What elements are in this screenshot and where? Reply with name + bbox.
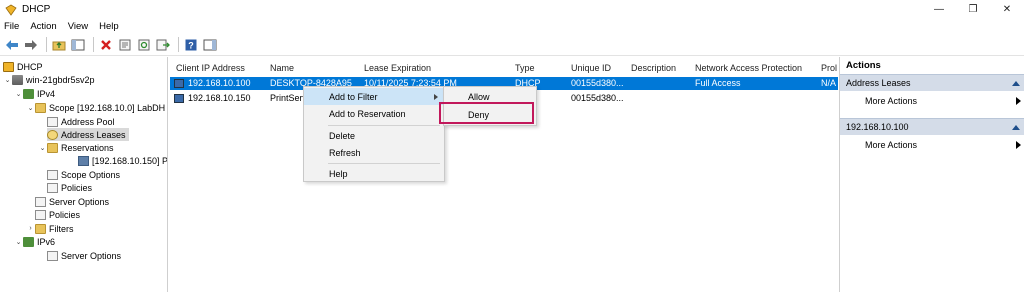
ipv6-icon bbox=[23, 236, 34, 247]
close-button[interactable]: ✕ bbox=[990, 0, 1024, 19]
collapse-icon[interactable] bbox=[1012, 80, 1020, 86]
actions-section-selected-lease[interactable]: 192.168.10.100 bbox=[840, 118, 1024, 135]
more-actions-selected-lease[interactable]: More Actions bbox=[840, 135, 1024, 154]
collapse-icon[interactable] bbox=[1012, 124, 1020, 130]
tree-item-server[interactable]: ⌄ win-21gbdr5sv2p bbox=[3, 73, 95, 86]
back-arrow-icon[interactable] bbox=[4, 37, 20, 53]
tree-item-address-leases[interactable]: Address Leases bbox=[47, 128, 129, 141]
more-actions-address-leases[interactable]: More Actions bbox=[840, 91, 1024, 110]
chevron-right-icon[interactable]: › bbox=[26, 225, 35, 232]
tree-item-reservation-entry[interactable]: [192.168.10.150] Prir bbox=[78, 154, 167, 167]
export-list-icon[interactable] bbox=[155, 37, 171, 53]
deny-highlight-box bbox=[439, 102, 534, 124]
column-client-ip[interactable]: Client IP Address bbox=[176, 63, 245, 73]
submenu-arrow-icon bbox=[1016, 140, 1021, 149]
policies-icon bbox=[47, 182, 58, 193]
up-folder-icon[interactable] bbox=[51, 37, 67, 53]
tree-item-ipv6-server-options[interactable]: Server Options bbox=[47, 249, 121, 262]
menu-action[interactable]: Action bbox=[30, 21, 56, 32]
tree-item-filters[interactable]: › Filters bbox=[26, 222, 74, 235]
reservation-icon bbox=[78, 155, 89, 166]
menu-item-delete[interactable]: Delete bbox=[304, 127, 444, 144]
address-leases-icon bbox=[47, 129, 58, 140]
actions-title: Actions bbox=[846, 60, 881, 71]
dhcp-app-icon bbox=[5, 4, 17, 16]
menu-view[interactable]: View bbox=[68, 21, 88, 32]
window-title: DHCP bbox=[22, 4, 51, 15]
menu-file[interactable]: File bbox=[4, 21, 19, 32]
ipv4-icon bbox=[23, 88, 34, 99]
scope-folder-icon bbox=[35, 102, 46, 113]
list-header: Client IP Address Name Lease Expiration … bbox=[170, 60, 838, 76]
tree-item-scope-options[interactable]: Scope Options bbox=[47, 168, 120, 181]
tree-item-reservations[interactable]: ⌄ Reservations bbox=[38, 141, 114, 154]
lease-icon bbox=[174, 94, 184, 103]
tree-item-scope-policies[interactable]: Policies bbox=[47, 181, 92, 194]
dhcp-root-icon bbox=[3, 61, 14, 72]
menu-item-refresh[interactable]: Refresh bbox=[304, 144, 444, 161]
column-probation[interactable]: Prol bbox=[821, 63, 837, 73]
filters-folder-icon bbox=[35, 223, 46, 234]
actions-pane: Actions Address Leases More Actions 192.… bbox=[839, 57, 1024, 292]
column-name[interactable]: Name bbox=[270, 63, 294, 73]
reservations-folder-icon bbox=[47, 142, 58, 153]
column-unique-id[interactable]: Unique ID bbox=[571, 63, 611, 73]
tree-item-scope[interactable]: ⌄ Scope [192.168.10.0] LabDH bbox=[26, 101, 165, 114]
delete-icon[interactable] bbox=[98, 37, 114, 53]
menu-item-add-to-reservation[interactable]: Add to Reservation bbox=[304, 105, 444, 122]
minimize-button[interactable]: — bbox=[922, 0, 956, 19]
toolbar: ? bbox=[0, 34, 1024, 56]
menu-item-help[interactable]: Help bbox=[304, 165, 444, 182]
submenu-arrow-icon bbox=[434, 94, 438, 100]
address-pool-icon bbox=[47, 116, 58, 127]
column-lease-expiration[interactable]: Lease Expiration bbox=[364, 63, 431, 73]
title-bar: DHCP — ❐ ✕ bbox=[0, 0, 1024, 19]
menu-item-add-to-filter[interactable]: Add to Filter bbox=[304, 88, 444, 105]
forward-arrow-icon[interactable] bbox=[23, 37, 39, 53]
refresh-icon[interactable] bbox=[136, 37, 152, 53]
scope-options-icon bbox=[47, 169, 58, 180]
tree-item-ipv6[interactable]: ⌄ IPv6 bbox=[14, 235, 55, 248]
tree-item-server-options[interactable]: Server Options bbox=[35, 195, 109, 208]
svg-text:?: ? bbox=[188, 40, 194, 50]
server-icon bbox=[12, 74, 23, 85]
chevron-down-icon[interactable]: ⌄ bbox=[14, 238, 23, 246]
lease-icon bbox=[174, 79, 184, 88]
actions-section-address-leases[interactable]: Address Leases bbox=[840, 74, 1024, 91]
console-tree: DHCP ⌄ win-21gbdr5sv2p ⌄ IPv4 ⌄ Scope [1… bbox=[0, 57, 168, 292]
context-menu: Add to Filter Add to Reservation Delete … bbox=[303, 86, 445, 182]
properties-icon[interactable] bbox=[117, 37, 133, 53]
column-description[interactable]: Description bbox=[631, 63, 676, 73]
column-type[interactable]: Type bbox=[515, 63, 535, 73]
show-action-pane-icon[interactable] bbox=[202, 37, 218, 53]
column-nap[interactable]: Network Access Protection bbox=[695, 63, 802, 73]
help-icon[interactable]: ? bbox=[183, 37, 199, 53]
menu-help[interactable]: Help bbox=[99, 21, 119, 32]
show-tree-icon[interactable] bbox=[70, 37, 86, 53]
toolbar-separator bbox=[93, 37, 94, 52]
tree-item-ipv4[interactable]: ⌄ IPv4 bbox=[14, 87, 55, 100]
menu-bar: File Action View Help bbox=[0, 19, 1024, 34]
server-options-icon bbox=[35, 196, 46, 207]
policies-icon bbox=[35, 209, 46, 220]
toolbar-separator bbox=[178, 37, 179, 52]
server-options-icon bbox=[47, 250, 58, 261]
toolbar-separator bbox=[46, 37, 47, 52]
chevron-down-icon[interactable]: ⌄ bbox=[26, 104, 35, 112]
chevron-down-icon[interactable]: ⌄ bbox=[38, 144, 47, 152]
tree-item-address-pool[interactable]: Address Pool bbox=[47, 115, 115, 128]
submenu-arrow-icon bbox=[1016, 96, 1021, 105]
chevron-down-icon[interactable]: ⌄ bbox=[14, 90, 23, 98]
tree-item-dhcp[interactable]: DHCP bbox=[3, 60, 43, 73]
maximize-button[interactable]: ❐ bbox=[956, 0, 990, 19]
menu-separator bbox=[328, 125, 440, 126]
tree-item-policies[interactable]: Policies bbox=[35, 208, 80, 221]
chevron-down-icon[interactable]: ⌄ bbox=[3, 76, 12, 84]
menu-separator bbox=[328, 163, 440, 164]
